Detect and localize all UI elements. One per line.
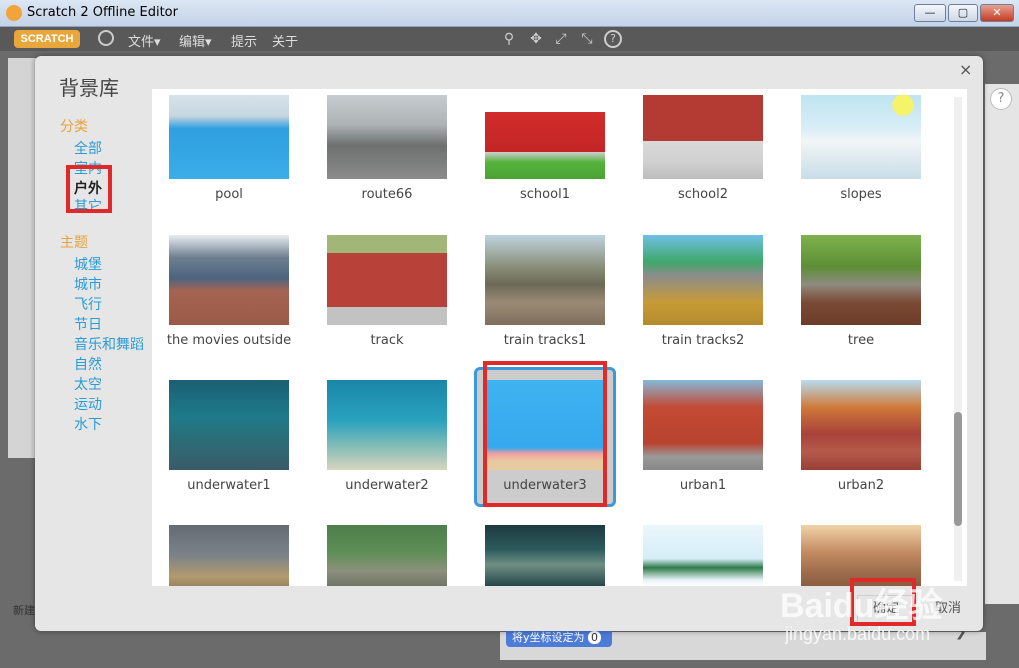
set-y-block[interactable]: 将y坐标设定为 0	[506, 629, 612, 647]
menubar: SCRATCH 文件▾ 编辑▾ 提示 关于 ⚲ ✥ ⤢ ⤡ ?	[0, 27, 1019, 51]
menu-edit[interactable]: 编辑▾	[179, 31, 212, 50]
thumbnail	[485, 235, 605, 325]
stage-panel-edge	[8, 58, 36, 458]
tile-label: slopes	[840, 187, 882, 202]
theme-nature[interactable]: 自然	[74, 354, 102, 374]
tile-label: school1	[520, 187, 570, 202]
baidu-watermark: Baidu经验	[780, 587, 943, 625]
thumbnail	[643, 525, 763, 586]
thumbnail	[643, 235, 763, 325]
highlight-outdoors	[66, 165, 112, 213]
tile-label: school2	[678, 187, 728, 202]
thumbnail	[169, 235, 289, 325]
tile-label: route66	[361, 187, 413, 202]
thumbnail	[485, 95, 605, 179]
tile-label: urban1	[679, 478, 727, 493]
thumbnail	[801, 95, 921, 179]
help-icon[interactable]: ?	[990, 88, 1012, 110]
tile-label: train tracks2	[661, 333, 745, 348]
tile-label: train tracks1	[503, 333, 587, 348]
minimize-button[interactable]: —	[914, 4, 946, 22]
thumbnail	[327, 95, 447, 179]
scratch-logo[interactable]: SCRATCH	[14, 30, 80, 48]
thumbnail	[327, 235, 447, 325]
backdrop-library-dialog: 背景库 × 分类 全部 室内 户外 其它 主题 城堡 城市 飞行 节日 音乐和舞…	[35, 56, 983, 631]
tile-label: underwater2	[345, 478, 429, 493]
thumbnail	[169, 95, 289, 179]
theme-heading: 主题	[60, 235, 88, 251]
theme-music-dance[interactable]: 音乐和舞蹈	[74, 334, 144, 354]
thumbnail	[643, 380, 763, 470]
backdrop-grid: pool route66 school1 school2 slopes the …	[152, 89, 967, 586]
window-title: Scratch 2 Offline Editor	[27, 5, 178, 20]
right-panel-edge	[985, 84, 1019, 604]
category-heading: 分类	[60, 119, 88, 135]
thumbnail	[801, 525, 921, 586]
grid-scrollbar-thumb[interactable]	[954, 412, 962, 526]
theme-castle[interactable]: 城堡	[74, 254, 102, 274]
tile-label: underwater1	[187, 478, 271, 493]
thumbnail	[801, 380, 921, 470]
delete-cut-icon[interactable]: ✥	[527, 30, 545, 48]
thumbnail	[169, 525, 289, 586]
tile-label: urban2	[837, 478, 885, 493]
tile-label: tree	[847, 333, 875, 348]
theme-underwater[interactable]: 水下	[74, 414, 102, 434]
tile-label: track	[370, 333, 404, 348]
duplicate-stamp-icon[interactable]: ⚲	[500, 30, 518, 48]
menu-file[interactable]: 文件▾	[128, 31, 161, 50]
thumbnail	[643, 95, 763, 179]
menu-about[interactable]: 关于	[272, 31, 298, 50]
thumbnail	[801, 235, 921, 325]
scratch-app-icon	[6, 5, 22, 21]
globe-icon[interactable]	[98, 30, 114, 46]
window-titlebar: Scratch 2 Offline Editor — ▢ ✕	[0, 0, 1019, 27]
highlight-underwater3	[483, 361, 607, 507]
theme-space[interactable]: 太空	[74, 374, 102, 394]
tile-label: the movies outside	[166, 333, 292, 348]
thumbnail	[327, 525, 447, 586]
tile-label: pool	[215, 187, 243, 202]
shrink-icon[interactable]: ⤡	[578, 30, 596, 48]
theme-flying[interactable]: 飞行	[74, 294, 102, 314]
thumbnail	[327, 380, 447, 470]
watermark-url: jingyan.baidu.com	[785, 624, 931, 644]
theme-city[interactable]: 城市	[74, 274, 102, 294]
help-tool-icon[interactable]: ?	[604, 30, 622, 48]
theme-holiday[interactable]: 节日	[74, 314, 102, 334]
grow-icon[interactable]: ⤢	[552, 30, 570, 48]
new-backdrop-label: 新建	[13, 604, 35, 617]
thumbnail	[485, 525, 605, 586]
close-icon[interactable]: ×	[959, 60, 972, 79]
close-window-button[interactable]: ✕	[980, 4, 1014, 22]
thumbnail	[169, 380, 289, 470]
dialog-title: 背景库	[59, 76, 119, 100]
maximize-button[interactable]: ▢	[948, 4, 978, 22]
menu-tips[interactable]: 提示	[231, 31, 257, 50]
theme-sports[interactable]: 运动	[74, 394, 102, 414]
category-all[interactable]: 全部	[74, 138, 102, 158]
